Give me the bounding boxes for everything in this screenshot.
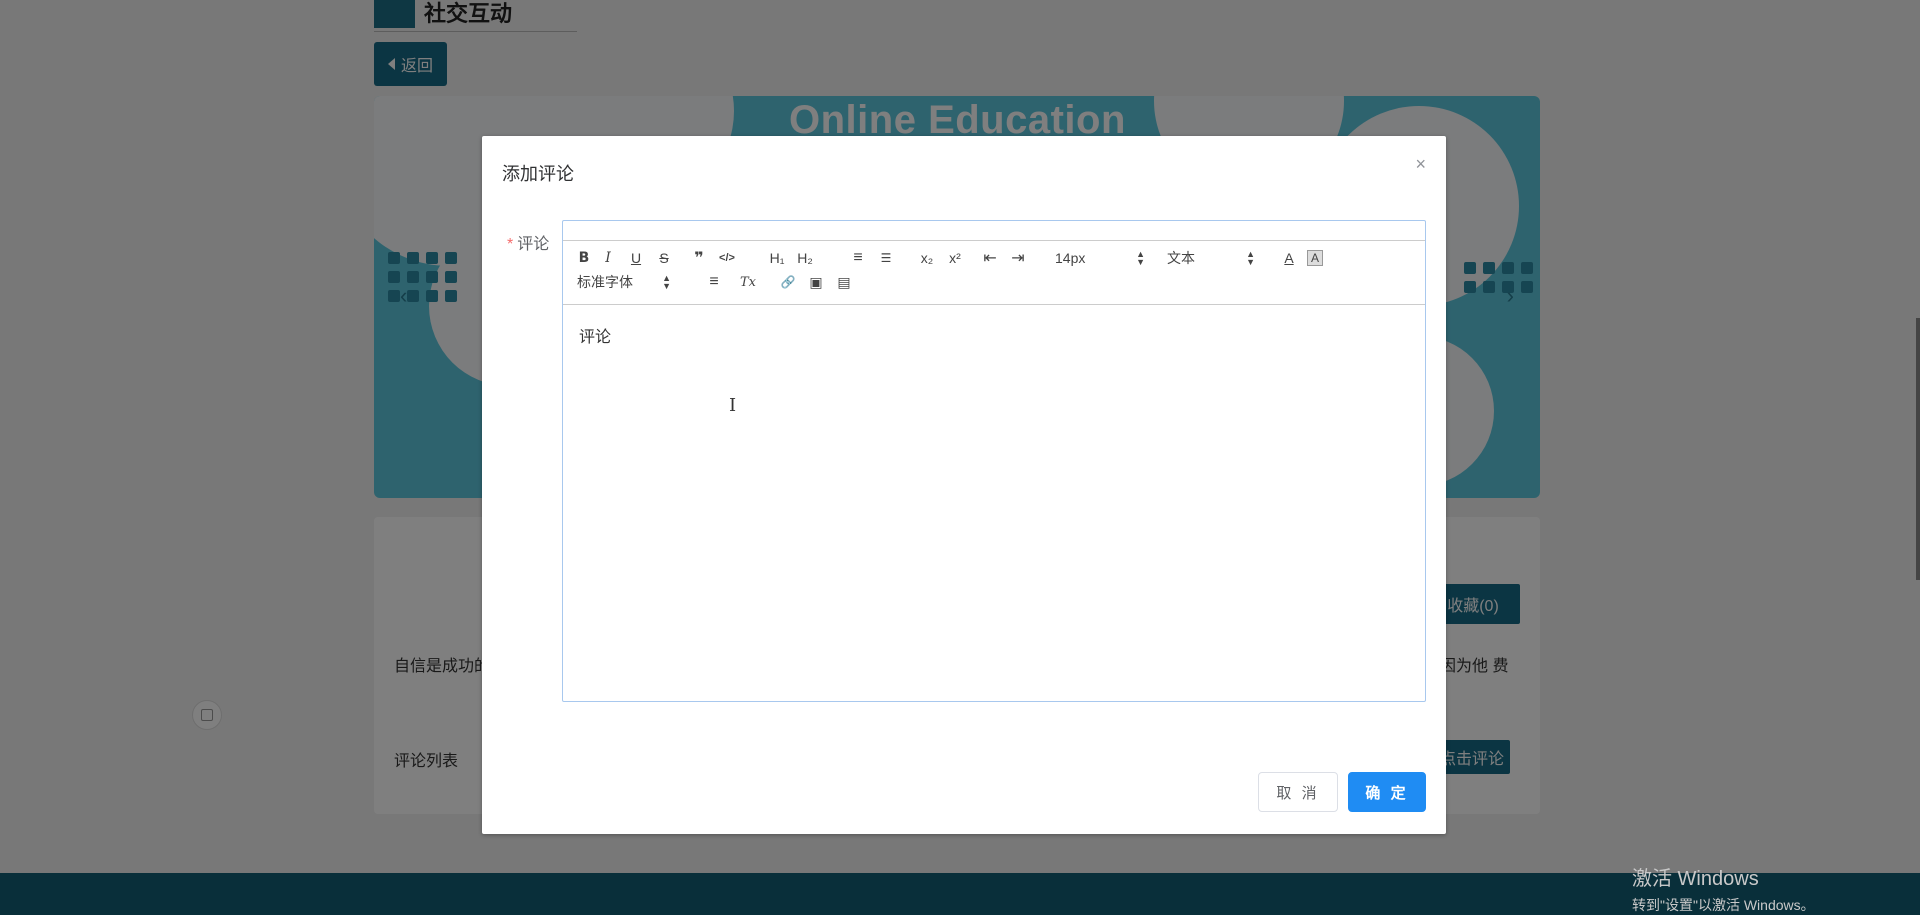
- h2-button[interactable]: H₂: [795, 247, 815, 269]
- toolbar-row-1: B I U S ❞ </> H₁ H₂ ≡ ☰ x₂ x² ⇤ ⇥ 14px ▲…: [577, 247, 1415, 271]
- subscript-button[interactable]: x₂: [917, 247, 937, 269]
- link-button[interactable]: 🔗: [779, 271, 797, 293]
- align-button[interactable]: ≡: [705, 271, 723, 293]
- code-block-button[interactable]: </>: [717, 247, 737, 269]
- cancel-button[interactable]: 取 消: [1258, 772, 1338, 812]
- indent-button[interactable]: ⇥: [1009, 247, 1027, 269]
- strike-button[interactable]: S: [657, 247, 671, 269]
- editor-toolbar: B I U S ❞ </> H₁ H₂ ≡ ☰ x₂ x² ⇤ ⇥ 14px ▲…: [563, 241, 1425, 305]
- select-caret-icon: ▲ ▼: [1246, 249, 1255, 267]
- watermark-line-2: 转到"设置"以激活 Windows。: [1632, 897, 1815, 913]
- close-icon[interactable]: ×: [1415, 154, 1426, 175]
- text-cursor-icon: I: [729, 395, 737, 416]
- select-caret-icon: ▲ ▼: [1136, 249, 1145, 267]
- size-select[interactable]: 14px ▲ ▼: [1055, 247, 1145, 269]
- dialog-title: 添加评论: [502, 164, 574, 184]
- size-select-value: 14px: [1055, 250, 1086, 266]
- h1-button[interactable]: H₁: [767, 247, 787, 269]
- image-button[interactable]: ▣: [807, 271, 825, 293]
- font-select-value: 标准字体: [577, 274, 633, 290]
- ordered-list-button[interactable]: ≡: [849, 247, 867, 269]
- outdent-button[interactable]: ⇤: [981, 247, 999, 269]
- video-button[interactable]: ▤: [835, 271, 853, 293]
- font-select[interactable]: 标准字体 ▲ ▼: [577, 271, 671, 293]
- italic-button[interactable]: I: [601, 247, 615, 269]
- header-select-value: 文本: [1167, 250, 1195, 266]
- windows-activation-watermark: 激活 Windows 转到"设置"以激活 Windows。: [1632, 862, 1815, 915]
- bold-button[interactable]: B: [577, 247, 591, 269]
- text-color-button[interactable]: A: [1281, 247, 1297, 269]
- header-select[interactable]: 文本 ▲ ▼: [1167, 247, 1255, 269]
- editor-top-input[interactable]: [563, 221, 1425, 241]
- blockquote-button[interactable]: ❞: [691, 247, 707, 269]
- watermark-line-1: 激活 Windows: [1632, 868, 1759, 890]
- select-caret-icon: ▲ ▼: [662, 273, 671, 291]
- confirm-button[interactable]: 确 定: [1348, 772, 1426, 812]
- required-mark: *: [507, 236, 514, 253]
- comment-field-label-text: 评论: [517, 236, 550, 253]
- rich-text-editor[interactable]: B I U S ❞ </> H₁ H₂ ≡ ☰ x₂ x² ⇤ ⇥ 14px ▲…: [562, 220, 1426, 702]
- add-comment-dialog: 添加评论 × * 评论 B I U S ❞ </> H₁ H₂ ≡ ☰ x₂ x²…: [482, 136, 1446, 834]
- superscript-button[interactable]: x²: [945, 247, 965, 269]
- clean-format-button[interactable]: Tx: [739, 271, 757, 293]
- editor-content[interactable]: 评论: [579, 323, 611, 347]
- comment-field-label: * 评论: [507, 230, 549, 254]
- background-color-button[interactable]: A: [1307, 250, 1323, 266]
- underline-button[interactable]: U: [629, 247, 643, 269]
- bullet-list-button[interactable]: ☰: [877, 247, 895, 269]
- toolbar-row-2: 标准字体 ▲ ▼ ≡ Tx 🔗 ▣ ▤: [577, 271, 1415, 295]
